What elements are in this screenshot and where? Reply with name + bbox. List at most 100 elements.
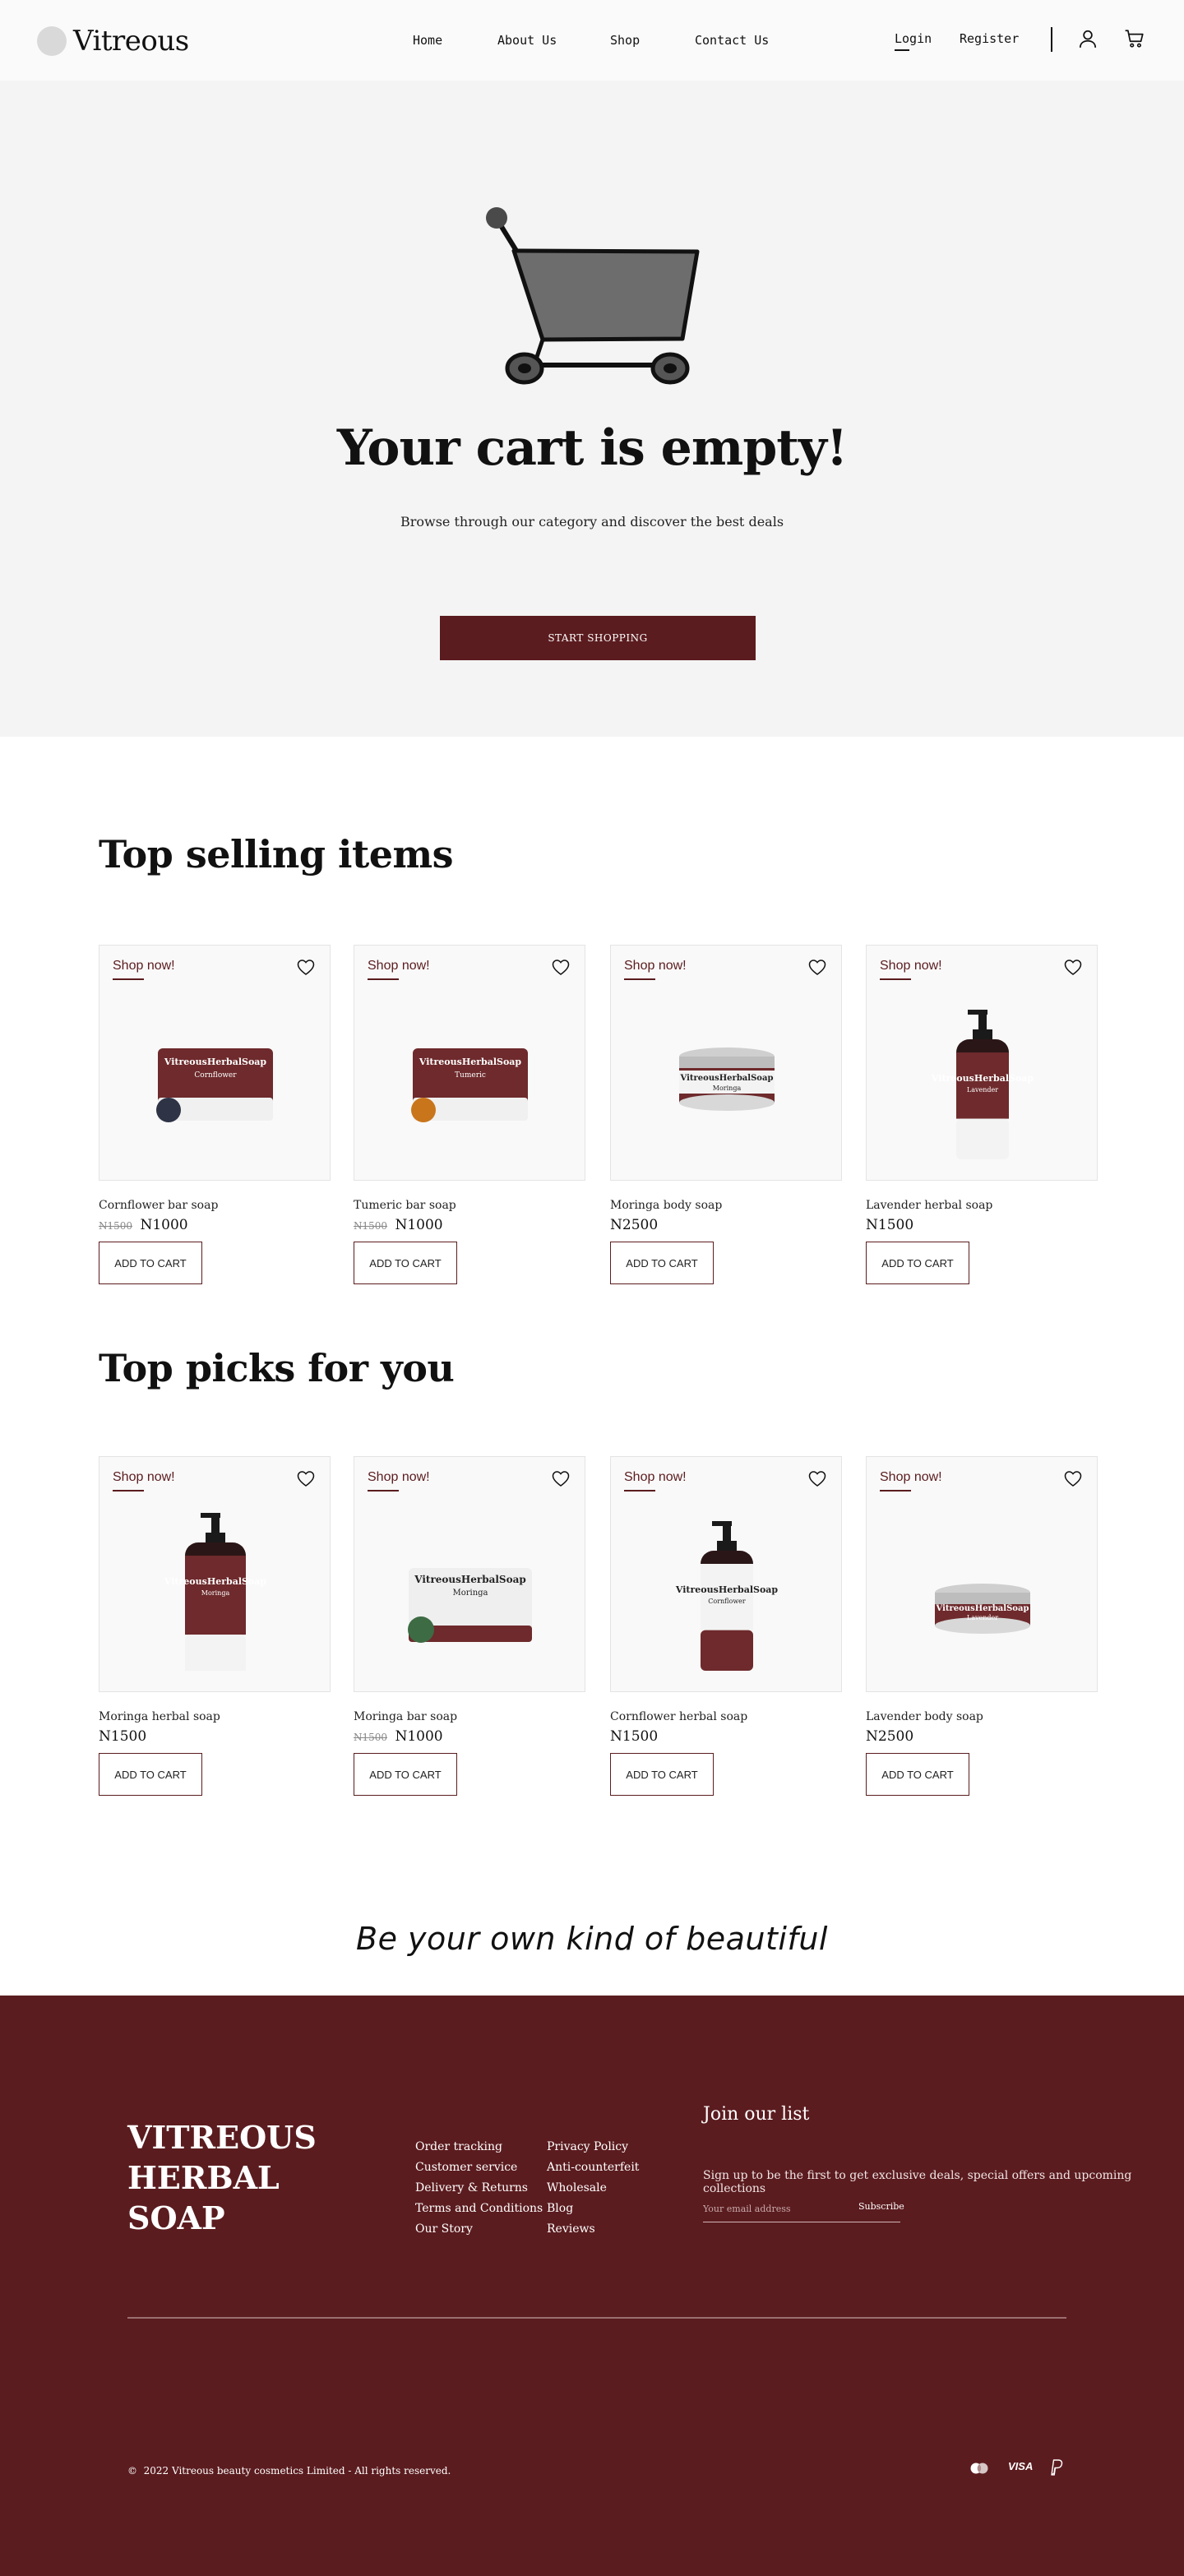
footer-link-anti-counterfeit[interactable]: Anti-counterfeit (547, 2157, 639, 2178)
add-to-cart-button[interactable]: ADD TO CART (99, 1753, 202, 1796)
product-price-row: N1500 N1000 (354, 1217, 585, 1233)
product-card[interactable]: Shop now! VitreousHerbalSoap Moringa Mor… (99, 1456, 331, 1796)
product-image: VitreousHerbalSoap Lavender (931, 1010, 1034, 1159)
product-image-box[interactable]: Shop now! VitreousHerbalSoap Cornflower (610, 1456, 842, 1692)
footer-link-blog[interactable]: Blog (547, 2199, 639, 2219)
product-image: VitreousHerbalSoap Moringa (164, 1513, 266, 1671)
product-card[interactable]: Shop now! VitreousHerbalSoap Cornflower … (610, 1456, 842, 1796)
footer-brand-line: HERBAL (127, 2159, 280, 2196)
top-selling-title: Top selling items (99, 832, 454, 876)
product-card[interactable]: Shop now! VitreousHerbalSoap Moringa Mor… (610, 945, 842, 1284)
wishlist-heart-icon[interactable] (1064, 959, 1082, 977)
product-image-box[interactable]: Shop now! VitreousHerbalSoap Lavender (866, 1456, 1098, 1692)
product-name[interactable]: Tumeric bar soap (354, 1199, 585, 1212)
newsletter-subtitle: Sign up to be the first to get exclusive… (703, 2169, 1132, 2195)
add-to-cart-button[interactable]: ADD TO CART (610, 1242, 714, 1284)
product-card[interactable]: Shop now! VitreousHerbalSoap Lavender La… (866, 945, 1098, 1284)
product-name[interactable]: Cornflower herbal soap (610, 1710, 842, 1723)
nav-shop[interactable]: Shop (610, 33, 640, 48)
product-price-row: N2500 (610, 1217, 842, 1233)
user-icon[interactable] (1077, 28, 1098, 49)
product-price: N1000 (140, 1217, 188, 1233)
shop-now-label[interactable]: Shop now! (624, 1470, 687, 1485)
product-name[interactable]: Moringa bar soap (354, 1710, 585, 1723)
product-price-row: N1500 N1000 (354, 1728, 585, 1745)
product-price: N1500 (866, 1217, 914, 1233)
footer-link-our-story[interactable]: Our Story (415, 2219, 543, 2240)
svg-text:VitreousHerbalSoap: VitreousHerbalSoap (936, 1604, 1029, 1613)
shop-now-label[interactable]: Shop now! (113, 959, 175, 974)
wishlist-heart-icon[interactable] (552, 959, 570, 977)
product-price-row: N1500 (99, 1728, 331, 1745)
wishlist-heart-icon[interactable] (808, 1470, 826, 1488)
footer-links-col2: Privacy Policy Anti-counterfeit Wholesal… (547, 2137, 639, 2240)
product-image: VitreousHerbalSoap Lavender (935, 1584, 1030, 1634)
footer-link-customer-service[interactable]: Customer service (415, 2157, 543, 2178)
cart-icon[interactable] (1124, 28, 1145, 49)
product-price-row: N1500 N1000 (99, 1217, 331, 1233)
product-name[interactable]: Moringa body soap (610, 1199, 842, 1212)
product-card[interactable]: Shop now! VitreousHerbalSoap Cornflower … (99, 945, 331, 1284)
product-image: VitreousHerbalSoap Cornflower (156, 1048, 273, 1122)
footer-brand-line: SOAP (127, 2199, 225, 2236)
site-header: Vitreous Home About Us Shop Contact Us L… (0, 0, 1184, 81)
site-footer: VITREOUS HERBAL SOAP Order tracking Cust… (0, 1996, 1184, 2576)
wishlist-heart-icon[interactable] (552, 1470, 570, 1488)
footer-link-reviews[interactable]: Reviews (547, 2219, 639, 2240)
svg-text:VitreousHerbalSoap: VitreousHerbalSoap (675, 1584, 779, 1595)
login-link[interactable]: Login (895, 31, 932, 46)
nav-about[interactable]: About Us (497, 33, 557, 48)
hero-title: Your cart is empty! (336, 419, 848, 477)
shop-now-label[interactable]: Shop now! (113, 1470, 175, 1485)
product-image-box[interactable]: Shop now! VitreousHerbalSoap Moringa (610, 945, 842, 1181)
product-card[interactable]: Shop now! VitreousHerbalSoap Tumeric Tum… (354, 945, 585, 1284)
subscribe-button[interactable]: Subscribe (858, 2201, 904, 2212)
product-old-price: N1500 (99, 1220, 133, 1232)
svg-text:VitreousHerbalSoap: VitreousHerbalSoap (419, 1057, 522, 1067)
footer-link-delivery-returns[interactable]: Delivery & Returns (415, 2178, 543, 2199)
product-card[interactable]: Shop now! VitreousHerbalSoap Lavender La… (866, 1456, 1098, 1796)
wishlist-heart-icon[interactable] (1064, 1470, 1082, 1488)
product-price-row: N2500 (866, 1728, 1098, 1745)
product-image-box[interactable]: Shop now! VitreousHerbalSoap Tumeric (354, 945, 585, 1181)
svg-text:Moringa: Moringa (713, 1085, 742, 1092)
product-image-box[interactable]: Shop now! VitreousHerbalSoap Moringa (354, 1456, 585, 1692)
shop-now-label[interactable]: Shop now! (368, 1470, 430, 1485)
add-to-cart-button[interactable]: ADD TO CART (354, 1753, 457, 1796)
add-to-cart-button[interactable]: ADD TO CART (99, 1242, 202, 1284)
product-card[interactable]: Shop now! VitreousHerbalSoap Moringa Mor… (354, 1456, 585, 1796)
footer-link-terms[interactable]: Terms and Conditions (415, 2199, 543, 2219)
product-image-box[interactable]: Shop now! VitreousHerbalSoap Cornflower (99, 945, 331, 1181)
nav-home[interactable]: Home (413, 33, 442, 48)
product-image: VitreousHerbalSoap Moringa (679, 1048, 775, 1111)
newsletter-email-input[interactable] (703, 2196, 851, 2221)
footer-link-wholesale[interactable]: Wholesale (547, 2178, 639, 2199)
shop-now-label[interactable]: Shop now! (624, 959, 687, 974)
product-image-box[interactable]: Shop now! VitreousHerbalSoap Moringa (99, 1456, 331, 1692)
shop-now-label[interactable]: Shop now! (368, 959, 430, 974)
footer-link-privacy[interactable]: Privacy Policy (547, 2137, 639, 2157)
product-image-box[interactable]: Shop now! VitreousHerbalSoap Lavender (866, 945, 1098, 1181)
product-name[interactable]: Lavender body soap (866, 1710, 1098, 1723)
register-link[interactable]: Register (960, 31, 1019, 46)
nav-contact[interactable]: Contact Us (695, 33, 769, 48)
wishlist-heart-icon[interactable] (297, 959, 315, 977)
top-picks-title: Top picks for you (99, 1346, 455, 1390)
product-name[interactable]: Lavender herbal soap (866, 1199, 1098, 1212)
add-to-cart-button[interactable]: ADD TO CART (354, 1242, 457, 1284)
footer-link-order-tracking[interactable]: Order tracking (415, 2137, 543, 2157)
add-to-cart-button[interactable]: ADD TO CART (866, 1242, 969, 1284)
svg-text:VitreousHerbalSoap: VitreousHerbalSoap (414, 1574, 526, 1585)
product-name[interactable]: Cornflower bar soap (99, 1199, 331, 1212)
add-to-cart-button[interactable]: ADD TO CART (866, 1753, 969, 1796)
start-shopping-button[interactable]: START SHOPPING (440, 616, 756, 660)
wishlist-heart-icon[interactable] (297, 1470, 315, 1488)
shop-now-label[interactable]: Shop now! (880, 1470, 942, 1485)
svg-text:VitreousHerbalSoap: VitreousHerbalSoap (931, 1073, 1034, 1084)
add-to-cart-button[interactable]: ADD TO CART (610, 1753, 714, 1796)
product-image: VitreousHerbalSoap Cornflower (675, 1521, 779, 1671)
wishlist-heart-icon[interactable] (808, 959, 826, 977)
product-name[interactable]: Moringa herbal soap (99, 1710, 331, 1723)
svg-text:Lavender: Lavender (967, 1614, 998, 1621)
shop-now-label[interactable]: Shop now! (880, 959, 942, 974)
